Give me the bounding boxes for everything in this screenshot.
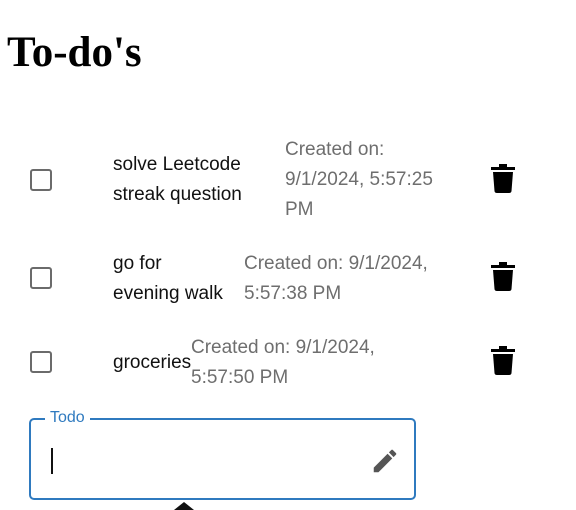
created-timestamp: Created on: 9/1/2024, 5:57:25 PM xyxy=(285,135,433,225)
pencil-icon xyxy=(373,449,397,473)
todo-checkbox[interactable] xyxy=(30,351,52,373)
trash-icon xyxy=(491,164,515,193)
created-timestamp: Created on: 9/1/2024, 5:57:50 PM xyxy=(191,333,375,393)
trash-icon xyxy=(491,262,515,291)
created-line: 9/1/2024, 5:57:25 xyxy=(285,169,433,190)
todo-text-line: streak question xyxy=(113,184,242,205)
todo-text-line: go for xyxy=(113,253,162,274)
todo-text-line: solve Leetcode xyxy=(113,154,241,175)
created-line: 5:57:38 PM xyxy=(244,283,342,304)
page-title: To-do's xyxy=(7,29,142,76)
created-line: PM xyxy=(285,199,314,220)
todo-input-label: Todo xyxy=(45,408,90,428)
todo-text: solve Leetcode streak question xyxy=(113,150,242,210)
delete-button[interactable] xyxy=(491,164,515,194)
submit-todo-button[interactable] xyxy=(370,446,400,476)
todo-checkbox[interactable] xyxy=(30,267,52,289)
tooltip-arrow xyxy=(174,502,194,510)
delete-button[interactable] xyxy=(491,346,515,376)
created-line: Created on: 9/1/2024, xyxy=(244,253,428,274)
created-line: Created on: 9/1/2024, xyxy=(191,337,375,358)
created-line: Created on: xyxy=(285,139,385,160)
created-line: 5:57:50 PM xyxy=(191,367,289,388)
todo-input[interactable] xyxy=(49,440,353,482)
todo-text: groceries xyxy=(113,348,191,378)
trash-icon xyxy=(491,346,515,375)
todo-text-line: groceries xyxy=(113,352,192,373)
todo-input-field: Todo xyxy=(29,408,416,500)
delete-button[interactable] xyxy=(491,262,515,292)
created-timestamp: Created on: 9/1/2024, 5:57:38 PM xyxy=(244,249,428,309)
todo-text: go for evening walk xyxy=(113,249,223,309)
text-cursor xyxy=(51,448,53,474)
todo-text-line: evening walk xyxy=(113,283,223,304)
todo-checkbox[interactable] xyxy=(30,169,52,191)
